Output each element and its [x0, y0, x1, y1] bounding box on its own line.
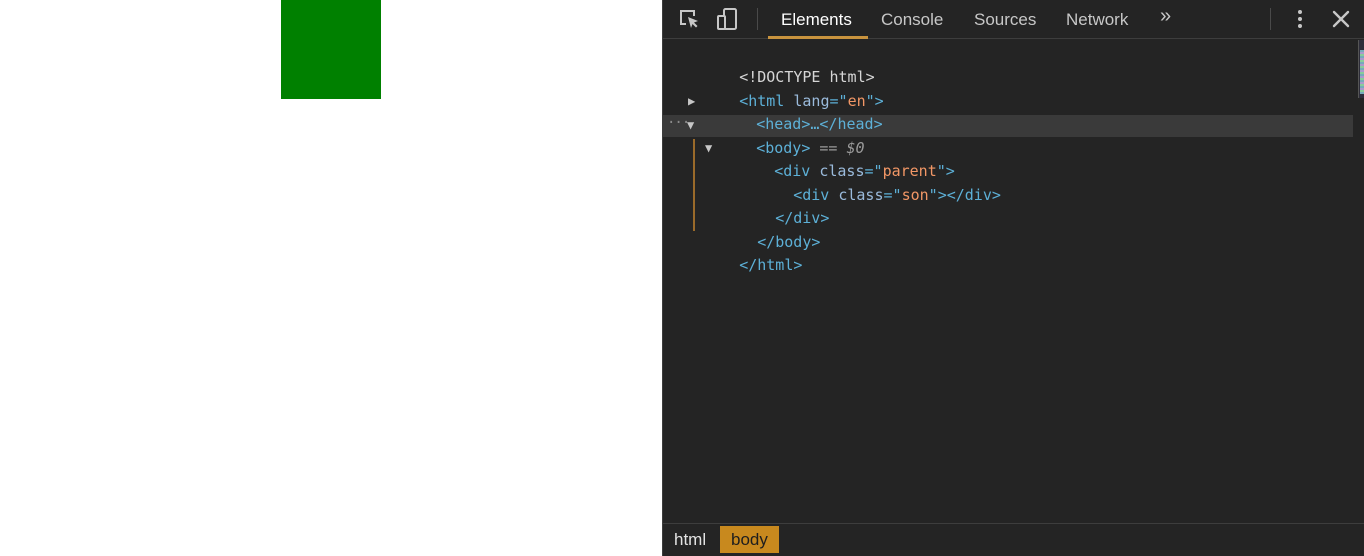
breadcrumb: html body [663, 523, 1364, 556]
expand-triangle-icon[interactable]: ▶ [688, 90, 695, 113]
dom-tree: ··· <!DOCTYPE html> <html lang="en"> ▶ <… [663, 40, 1353, 523]
inspect-element-icon[interactable] [677, 7, 701, 31]
toolbar-separator [757, 8, 758, 30]
collapse-triangle-icon[interactable]: ▼ [705, 137, 712, 160]
minimap-scrollbar[interactable] [1358, 40, 1364, 98]
collapse-triangle-icon[interactable]: ▼ [687, 114, 694, 137]
devtools-panel: Elements Console Sources Network » ··· <… [662, 0, 1364, 556]
more-tabs-icon[interactable]: » [1160, 0, 1171, 35]
breadcrumb-html[interactable]: html [663, 526, 717, 553]
device-toolbar-icon[interactable] [716, 7, 740, 31]
div-parent-node[interactable]: <div class="parent"> [720, 137, 955, 180]
html-close[interactable]: </html> [685, 231, 802, 274]
div-son-node[interactable]: <div class="son"></div> [739, 161, 1001, 204]
breadcrumb-body[interactable]: body [720, 526, 779, 553]
tab-console[interactable]: Console [881, 0, 943, 38]
doctype-node[interactable]: <!DOCTYPE html> [685, 43, 874, 86]
div-parent-close[interactable]: </div> [721, 184, 829, 227]
close-icon[interactable] [1329, 7, 1353, 31]
kebab-menu-icon[interactable] [1288, 7, 1312, 31]
body-indent-guide [693, 139, 695, 231]
body-close[interactable]: </body> [703, 208, 820, 251]
devtools-toolbar: Elements Console Sources Network » [663, 0, 1364, 39]
page-viewport [0, 0, 662, 556]
head-node[interactable]: <head>…</head> [702, 90, 882, 133]
body-node[interactable]: <body> == $0 [702, 114, 864, 157]
tab-sources[interactable]: Sources [974, 0, 1036, 38]
tab-network[interactable]: Network [1066, 0, 1128, 38]
tab-elements[interactable]: Elements [781, 0, 852, 38]
html-node[interactable]: <html lang="en"> [685, 67, 884, 110]
scrollbar-thumb[interactable] [1360, 50, 1364, 94]
active-tab-indicator [768, 36, 868, 39]
son-box [281, 0, 381, 99]
toolbar-separator [1270, 8, 1271, 30]
